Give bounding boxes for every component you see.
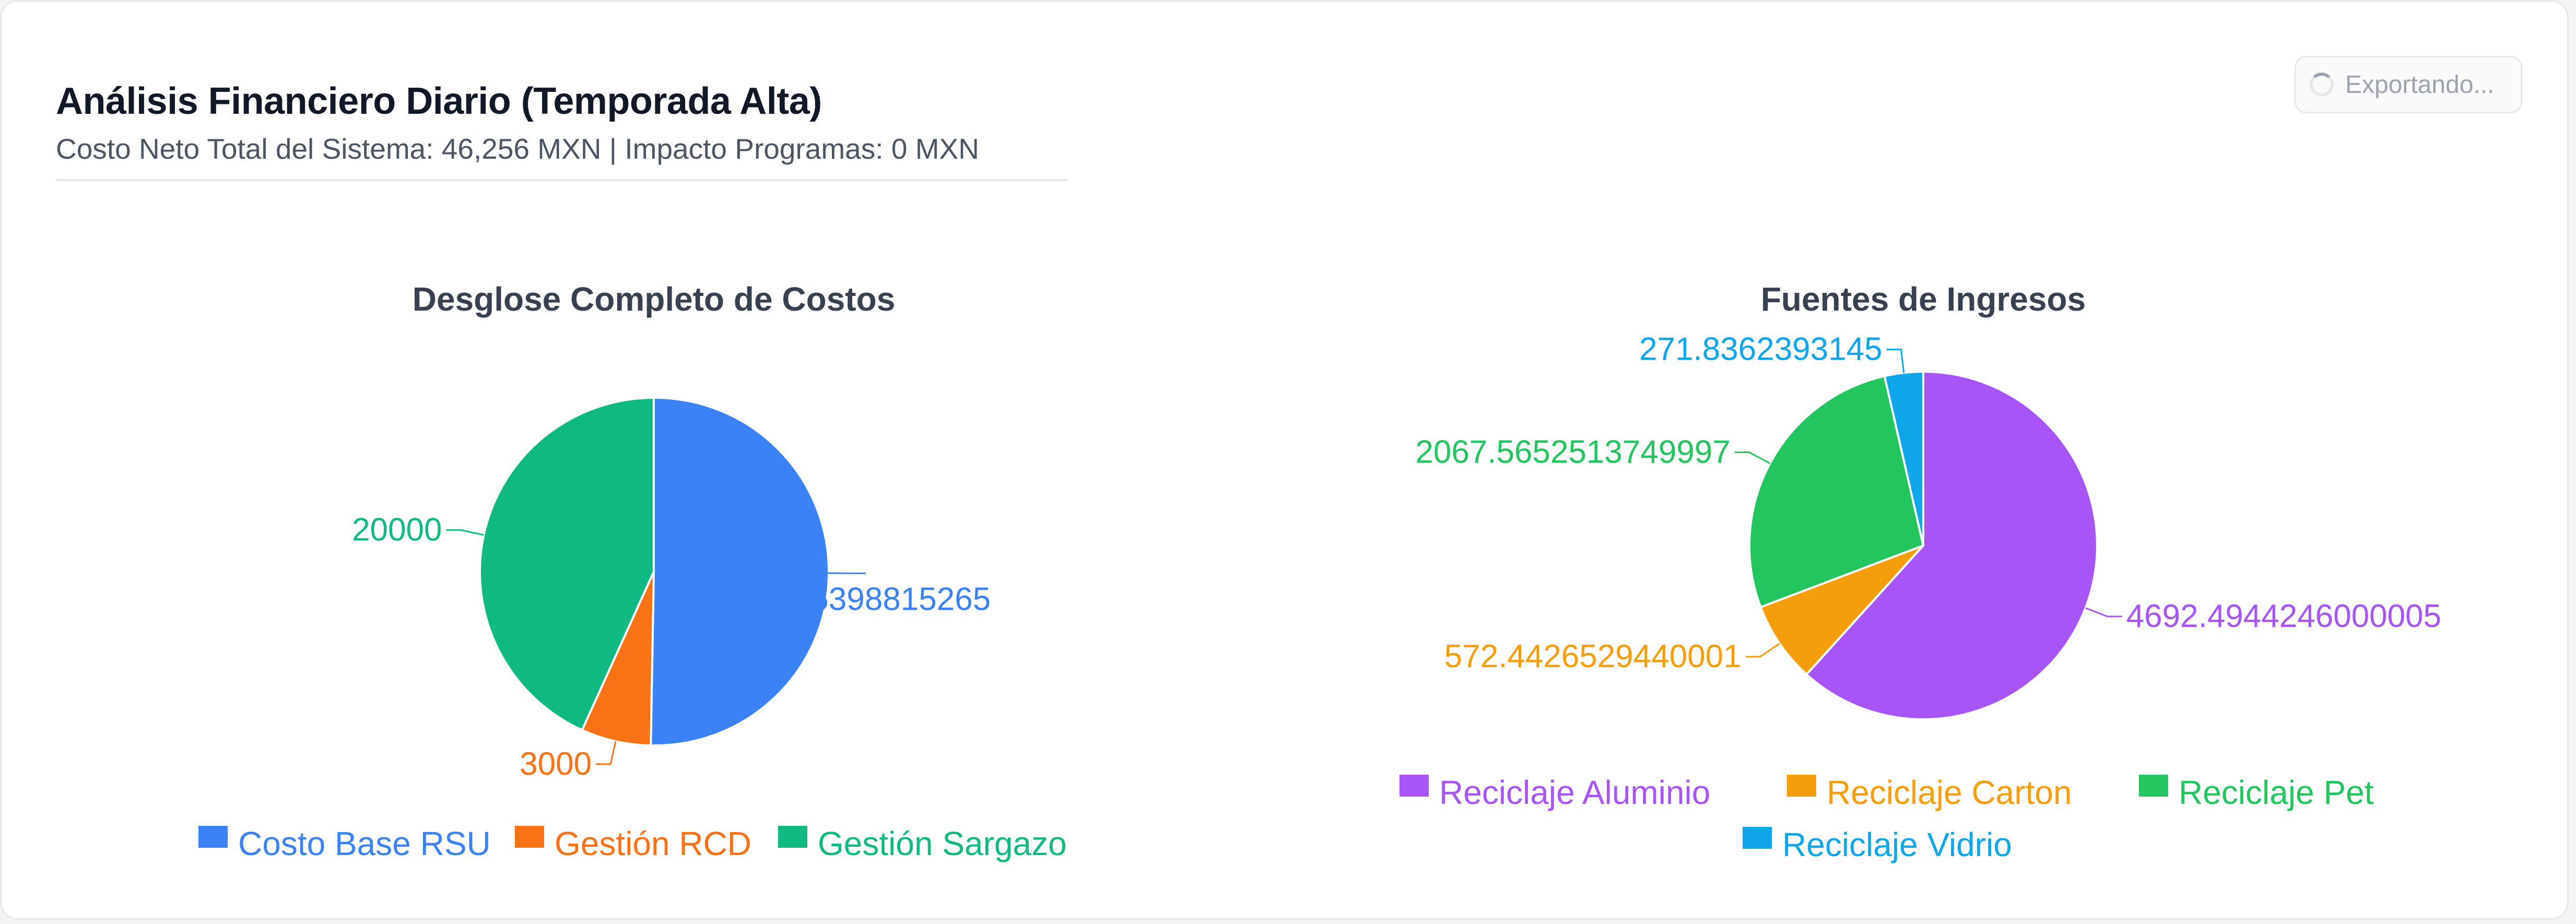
legend-swatch-reciclaje-aluminio [1399,775,1429,797]
legend-swatch-gestion-rcd [515,826,544,848]
legend-item-costo-base-rsu: Costo Base RSU [238,825,491,862]
data-label-costo-base-rsu: 23255.5398815265 [712,581,991,617]
data-label-reciclaje-pet: 2067.5652513749997 [1415,434,1730,470]
data-label-reciclaje-vidrio: 271.8362393145 [1639,331,1882,367]
legend-swatch-reciclaje-pet [2139,775,2168,797]
legend-item-reciclaje-aluminio: Reciclaje Aluminio [1439,774,1710,811]
chart-title: Desglose Completo de Costos [413,280,896,318]
legend-item-reciclaje-pet: Reciclaje Pet [2179,774,2374,811]
legend-item-gestion-rcd: Gestión RCD [555,825,751,862]
label-leader-gestion-rcd [596,741,617,765]
label-leader-reciclaje-vidrio [1886,348,1905,373]
data-label-reciclaje-aluminio: 4692.4944246000005 [2126,598,2441,634]
legend-item-gestion-sargazo: Gestión Sargazo [818,825,1067,862]
legend-swatch-costo-base-rsu [198,826,228,848]
label-leader-gestion-sargazo [446,529,484,536]
chart-title: Fuentes de Ingresos [1761,280,2086,318]
label-leader-reciclaje-aluminio [2085,607,2122,618]
legend-swatch-reciclaje-carton [1787,775,1816,797]
legend-swatch-reciclaje-vidrio [1743,827,1772,849]
pie-slice-costo-base-rsu [650,396,830,747]
legend-swatch-gestion-sargazo [778,826,807,848]
label-leader-reciclaje-carton [1745,643,1780,658]
legend-item-reciclaje-carton: Reciclaje Carton [1827,774,2072,811]
label-leader-reciclaje-pet [1734,451,1771,465]
data-label-gestion-sargazo: 20000 [352,512,442,548]
charts-canvas: Desglose Completo de Costos 23255.5398815… [198,280,2441,863]
data-label-gestion-rcd: 3000 [520,746,592,782]
legend-item-reciclaje-vidrio: Reciclaje Vidrio [1782,826,2012,863]
data-label-reciclaje-carton: 572.4426529440001 [1444,638,1742,674]
